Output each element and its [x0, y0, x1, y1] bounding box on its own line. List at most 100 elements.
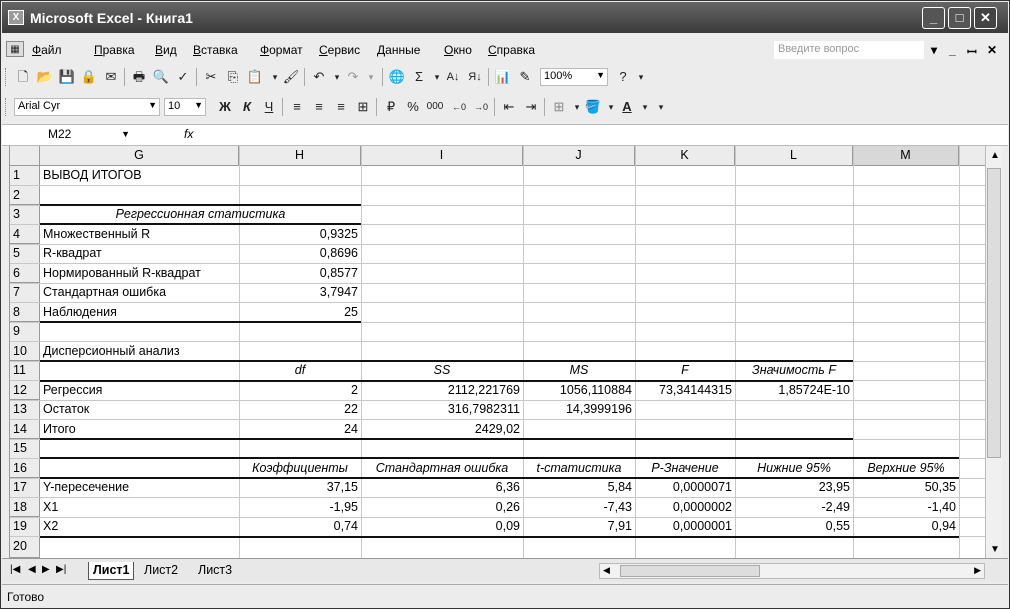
cell-g12[interactable]: Регрессия: [40, 381, 239, 401]
row-header[interactable]: 4: [10, 224, 40, 244]
email-icon[interactable]: ✉: [102, 69, 120, 85]
cell-g4[interactable]: Множественный R: [40, 225, 239, 245]
cell-i18[interactable]: 0,26: [361, 498, 523, 518]
name-box[interactable]: M22 ▼: [8, 127, 138, 144]
cell-j16[interactable]: t-статистика: [523, 459, 635, 479]
cell-i12[interactable]: 2112,221769: [361, 381, 523, 401]
cell-h4[interactable]: 0,9325: [239, 225, 361, 245]
cell-m19[interactable]: 0,94: [853, 517, 959, 537]
row-header[interactable]: 8: [10, 302, 40, 322]
row-header[interactable]: 12: [10, 380, 40, 400]
cell-k19[interactable]: 0,0000001: [635, 517, 735, 537]
copy-icon[interactable]: ⎘: [224, 69, 242, 85]
thousands-button[interactable]: 000: [422, 99, 448, 115]
borders-icon[interactable]: ⊞: [550, 99, 568, 115]
cell-g8[interactable]: Наблюдения: [40, 303, 239, 323]
cell-j13[interactable]: 14,3999196: [523, 400, 635, 420]
cell-g1[interactable]: ВЫВОД ИТОГОВ: [40, 166, 239, 186]
column-header-i[interactable]: I: [361, 146, 523, 166]
row-header[interactable]: 17: [10, 478, 40, 498]
autosum-icon[interactable]: Σ: [410, 69, 428, 85]
currency-icon[interactable]: ₽: [382, 99, 400, 115]
chart-wizard-icon[interactable]: 📊: [494, 69, 512, 85]
cell-m16[interactable]: Верхние 95%: [853, 459, 959, 479]
row-header[interactable]: 16: [10, 458, 40, 478]
cell-l19[interactable]: 0,55: [735, 517, 853, 537]
cell-m17[interactable]: 50,35: [853, 478, 959, 498]
menu-format[interactable]: Формат: [260, 43, 303, 57]
cell-j11[interactable]: MS: [523, 361, 635, 381]
increase-indent-icon[interactable]: ⇥: [522, 99, 540, 115]
row-header[interactable]: 19: [10, 517, 40, 537]
cell-k18[interactable]: 0,0000002: [635, 498, 735, 518]
doc-restore-button[interactable]: ꟷ: [967, 43, 977, 60]
fill-color-icon[interactable]: 🪣: [584, 99, 602, 115]
doc-close-button[interactable]: ✕: [987, 43, 997, 57]
cell-l11[interactable]: Значимость F: [735, 361, 853, 381]
print-preview-icon[interactable]: 🔍: [152, 69, 170, 85]
column-header-h[interactable]: H: [239, 146, 361, 166]
sort-descending-icon[interactable]: Я↓: [466, 69, 484, 85]
sort-ascending-icon[interactable]: A↓: [444, 69, 462, 85]
row-header[interactable]: 3: [10, 205, 40, 225]
column-header-k[interactable]: K: [635, 146, 735, 166]
cell-j18[interactable]: -7,43: [523, 498, 635, 518]
cell-h18[interactable]: -1,95: [239, 498, 361, 518]
font-size-select[interactable]: 10 ▼: [164, 98, 206, 116]
font-color-icon[interactable]: A: [618, 99, 636, 115]
close-button[interactable]: ✕: [974, 7, 997, 29]
cell-i11[interactable]: SS: [361, 361, 523, 381]
help-icon[interactable]: ?: [614, 69, 632, 85]
decrease-indent-icon[interactable]: ⇤: [500, 99, 518, 115]
cell-h16[interactable]: Коэффициенты: [239, 459, 361, 479]
row-header[interactable]: 10: [10, 341, 40, 361]
sheet-tab-1[interactable]: Лист1: [88, 562, 135, 580]
cell-i19[interactable]: 0,09: [361, 517, 523, 537]
scroll-down-icon[interactable]: ▼: [990, 544, 1000, 555]
open-icon[interactable]: 📂: [36, 69, 54, 85]
cell-m18[interactable]: -1,40: [853, 498, 959, 518]
align-center-icon[interactable]: ≡: [310, 99, 328, 115]
paste-icon[interactable]: 📋: [246, 69, 264, 85]
menu-help[interactable]: Справка: [488, 43, 535, 57]
cell-h5[interactable]: 0,8696: [239, 244, 361, 264]
menu-insert[interactable]: Вставка: [193, 43, 238, 57]
redo-icon[interactable]: ↷: [344, 69, 362, 85]
cell-g6[interactable]: Нормированный R-квадрат: [40, 264, 239, 284]
vertical-scroll-thumb[interactable]: [987, 168, 1001, 458]
column-header-j[interactable]: J: [523, 146, 635, 166]
cut-icon[interactable]: ✂: [202, 69, 220, 85]
italic-button[interactable]: К: [238, 99, 256, 115]
row-header[interactable]: 18: [10, 497, 40, 517]
ask-dropdown-arrow[interactable]: ▾: [931, 43, 937, 57]
select-all-corner[interactable]: [10, 146, 40, 166]
cell-g14[interactable]: Итого: [40, 420, 239, 440]
format-painter-icon[interactable]: 🖌: [282, 69, 300, 85]
prev-sheet-icon[interactable]: ◀: [28, 564, 36, 575]
cell-j19[interactable]: 7,91: [523, 517, 635, 537]
cell-l12[interactable]: 1,85724E-10: [735, 381, 853, 401]
minimize-button[interactable]: _: [922, 7, 945, 29]
font-name-select[interactable]: Arial Cyr ▼: [14, 98, 160, 116]
align-right-icon[interactable]: ≡: [332, 99, 350, 115]
redo-dropdown-icon[interactable]: ▾: [362, 69, 380, 85]
bold-button[interactable]: Ж: [216, 99, 234, 115]
save-icon[interactable]: 💾: [58, 69, 76, 85]
document-icon[interactable]: ▦: [6, 41, 24, 57]
cell-h19[interactable]: 0,74: [239, 517, 361, 537]
column-header-g[interactable]: G: [40, 146, 239, 166]
vertical-scrollbar[interactable]: ▲ ▼: [985, 146, 1002, 558]
cell-h13[interactable]: 22: [239, 400, 361, 420]
last-sheet-icon[interactable]: ▶|: [56, 564, 66, 575]
print-icon[interactable]: 🖶: [130, 69, 148, 85]
cell-h14[interactable]: 24: [239, 420, 361, 440]
cell-g3[interactable]: Регрессионная статистика: [40, 205, 361, 225]
row-header[interactable]: 20: [10, 536, 40, 558]
cell-l18[interactable]: -2,49: [735, 498, 853, 518]
cell-l17[interactable]: 23,95: [735, 478, 853, 498]
cell-i13[interactable]: 316,7982311: [361, 400, 523, 420]
cell-l16[interactable]: Нижние 95%: [735, 459, 853, 479]
cell-k17[interactable]: 0,0000071: [635, 478, 735, 498]
toolbar-options-icon[interactable]: ▾: [632, 69, 650, 85]
cell-g19[interactable]: X2: [40, 517, 239, 537]
